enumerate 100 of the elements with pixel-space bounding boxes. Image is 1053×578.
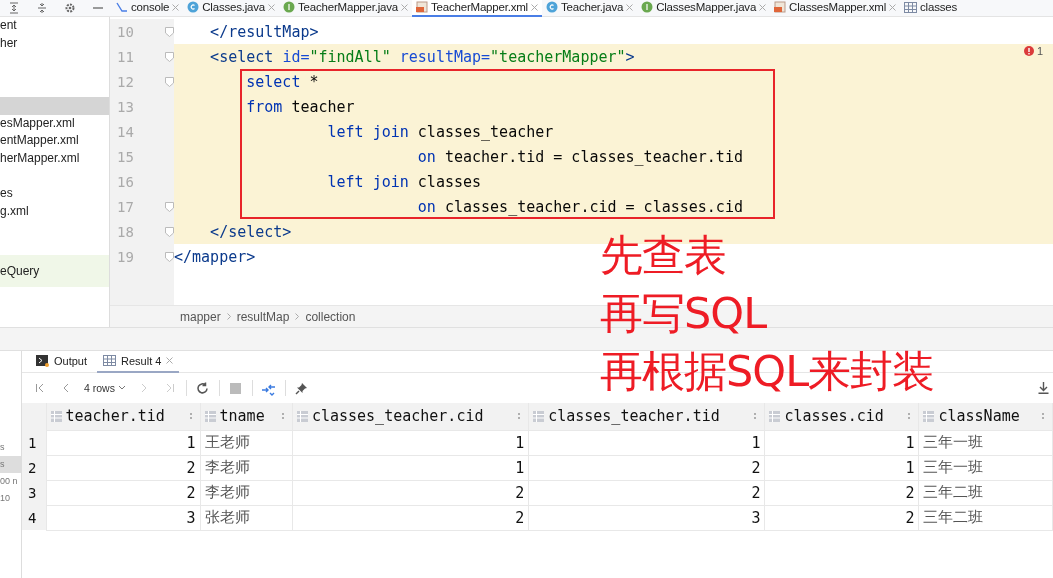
- panel-tab[interactable]: Result 4: [97, 350, 180, 373]
- tree-item[interactable]: ent: [0, 17, 109, 35]
- table-cell: 李老师: [200, 480, 293, 505]
- chevron-right-icon: [139, 383, 148, 393]
- tree-item[interactable]: g.xml: [0, 202, 109, 220]
- column-header[interactable]: classes_teacher.tid: [528, 403, 765, 430]
- panel-tab[interactable]: Output: [30, 350, 94, 373]
- close-icon[interactable]: [166, 357, 174, 364]
- sort-icon[interactable]: [516, 411, 523, 422]
- fold-marker-icon[interactable]: [165, 26, 174, 37]
- column-header[interactable]: classes_teacher.cid: [292, 403, 529, 430]
- breadcrumb-item[interactable]: resultMap: [236, 309, 290, 324]
- sort-icon[interactable]: [1040, 411, 1046, 422]
- editor-tab[interactable]: Classes.java: [183, 0, 280, 17]
- annotation-text: 先查表: [600, 229, 727, 282]
- close-icon[interactable]: [626, 3, 634, 11]
- line-number: 19: [117, 248, 134, 265]
- column-header[interactable]: classes.cid: [764, 403, 919, 430]
- fold-marker-icon[interactable]: [165, 251, 174, 262]
- editor-tab[interactable]: console: [112, 0, 184, 17]
- line-number: 12: [117, 73, 134, 90]
- column-icon: [50, 410, 62, 422]
- column-icon: [296, 410, 308, 422]
- settings-icon: [64, 2, 76, 14]
- table-cell: 1: [292, 430, 529, 455]
- table-cell: 2: [292, 505, 529, 530]
- column-header[interactable]: className: [918, 403, 1053, 430]
- chevron-icon: [295, 313, 300, 320]
- table-cell: 2: [528, 480, 765, 505]
- chevron-left-icon: [62, 383, 70, 393]
- caret-icon: [117, 385, 126, 391]
- sort-icon[interactable]: [906, 411, 913, 422]
- sort-icon[interactable]: [187, 411, 194, 422]
- close-icon[interactable]: [889, 3, 897, 11]
- editor-tab[interactable]: TeacherMapper.java: [279, 0, 412, 17]
- tree-item[interactable]: esMapper.xml: [0, 114, 109, 132]
- sidebar-item[interactable]: s: [0, 439, 21, 456]
- table-cell: 张老师: [200, 505, 293, 530]
- first-page-icon: [35, 383, 45, 393]
- table-cell: 3: [46, 505, 201, 530]
- terminal-icon: [36, 354, 49, 367]
- code-text: from teacher: [245, 97, 355, 116]
- editor-tab[interactable]: classes: [900, 0, 961, 17]
- table-cell: 1: [764, 455, 919, 480]
- fold-marker-icon[interactable]: [165, 51, 174, 62]
- column-icon: [923, 410, 935, 422]
- fold-marker-icon[interactable]: [165, 76, 174, 87]
- column-header[interactable]: tname: [200, 403, 293, 430]
- breadcrumb-item[interactable]: mapper: [180, 309, 221, 324]
- sidebar-item[interactable]: 00 n: [0, 473, 21, 490]
- close-icon[interactable]: [759, 3, 767, 11]
- annotation-text: 再写SQL: [600, 287, 768, 340]
- close-icon[interactable]: [401, 3, 408, 11]
- close-icon[interactable]: [268, 3, 276, 11]
- code-text: on classes_teacher.cid = classes.cid: [416, 197, 743, 216]
- tree-item[interactable]: es: [0, 185, 109, 203]
- breadcrumb-item[interactable]: collection: [305, 309, 356, 324]
- fold-marker-icon[interactable]: [165, 201, 174, 212]
- tree-item[interactable]: herMapper.xml: [0, 149, 109, 167]
- column-icon: [769, 410, 781, 422]
- table-cell: 3: [528, 505, 765, 530]
- table-icon: [904, 1, 918, 13]
- line-number: 17: [117, 198, 134, 215]
- fold-marker-icon[interactable]: [165, 226, 174, 237]
- sidebar-item[interactable]: 10: [0, 490, 21, 507]
- line-number: 13: [117, 98, 134, 115]
- table-cell: 1: [292, 455, 529, 480]
- column-header[interactable]: teacher.tid: [46, 403, 201, 430]
- sidebar-item[interactable]: s: [0, 456, 21, 473]
- row-number: 2: [22, 455, 46, 480]
- refresh-icon: [196, 381, 210, 395]
- sort-icon[interactable]: [752, 411, 759, 422]
- code-text: </mapper>: [174, 247, 256, 266]
- row-number: 1: [22, 430, 46, 455]
- line-number: 18: [117, 223, 134, 240]
- line-number: 14: [117, 123, 134, 140]
- editor-tab[interactable]: ClassesMapper.java: [637, 0, 771, 17]
- xml-file-icon: [416, 1, 428, 13]
- editor-tab[interactable]: TeacherMapper.xml: [412, 0, 542, 17]
- editor-tab[interactable]: ClassesMapper.xml: [770, 0, 901, 17]
- tree-item[interactable]: her: [0, 34, 109, 52]
- tree-item[interactable]: eQuery: [0, 255, 109, 287]
- chevron-icon: [226, 313, 231, 320]
- code-text: select *: [245, 72, 319, 91]
- code-text: </select>: [209, 222, 292, 241]
- collapse-all-icon: [8, 2, 20, 14]
- editor-tab[interactable]: Teacher.java: [541, 0, 638, 17]
- problems-indicator[interactable]: 1: [1023, 45, 1043, 57]
- close-icon[interactable]: [172, 3, 180, 11]
- table-cell: 三年一班: [918, 430, 1053, 455]
- close-icon[interactable]: [530, 3, 538, 11]
- rows-dropdown[interactable]: 4 rows: [82, 382, 128, 394]
- code-text: on teacher.tid = classes_teacher.tid: [416, 147, 743, 166]
- table-cell: 2: [46, 455, 201, 480]
- expand-all-icon: [36, 2, 48, 14]
- table-cell: 2: [46, 480, 201, 505]
- tree-item[interactable]: entMapper.xml: [0, 132, 109, 150]
- row-number: 4: [22, 505, 46, 530]
- sort-icon[interactable]: [279, 411, 286, 422]
- table-cell: 李老师: [200, 455, 293, 480]
